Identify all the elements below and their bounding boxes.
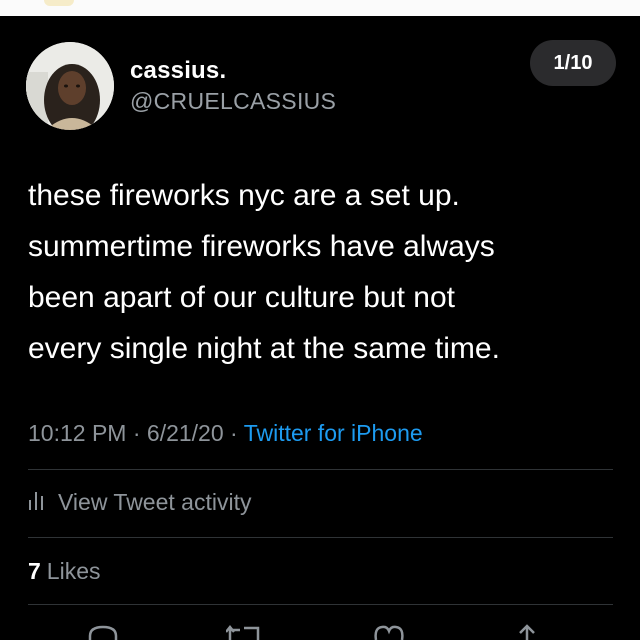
- divider: [28, 604, 613, 605]
- tweet-meta: 10:12 PM · 6/21/20 · Twitter for iPhone: [28, 420, 423, 447]
- tweet-date: 6/21/20: [146, 420, 224, 446]
- divider: [28, 469, 613, 470]
- tweet-source-link[interactable]: Twitter for iPhone: [244, 420, 423, 446]
- meta-separator: ·: [230, 420, 244, 446]
- tweet-text-line: these fireworks nyc are a set up.: [28, 179, 460, 212]
- tweet-text: these fireworks nyc are a set up. summer…: [28, 170, 618, 374]
- retweet-icon[interactable]: [225, 624, 262, 640]
- avatar-photo-icon: [26, 42, 114, 130]
- user-handle[interactable]: @CRUELCASSIUS: [130, 88, 336, 115]
- likes-label: Likes: [46, 558, 101, 584]
- tweet-text-line: summertime fireworks have always: [28, 230, 495, 263]
- top-strip: [0, 0, 640, 16]
- meta-separator: ·: [132, 420, 147, 446]
- divider: [28, 537, 613, 538]
- likes-count: 7: [28, 558, 41, 584]
- display-name[interactable]: cassius.: [130, 57, 226, 85]
- like-icon[interactable]: [372, 624, 406, 640]
- view-tweet-activity-label: View Tweet activity: [58, 488, 252, 515]
- tweet-screenshot: cassius. @CRUELCASSIUS 1/10 these firewo…: [0, 0, 640, 640]
- tweet-action-bar: [0, 618, 640, 640]
- tweet-text-line: been apart of our culture but not: [28, 281, 455, 314]
- reply-icon[interactable]: [86, 624, 120, 640]
- thread-counter-badge: 1/10: [530, 40, 616, 86]
- top-strip-highlight: [44, 0, 74, 6]
- likes-count-link[interactable]: 7 Likes: [28, 558, 101, 585]
- avatar[interactable]: [26, 42, 114, 130]
- view-tweet-activity-button[interactable]: View Tweet activity: [28, 488, 251, 516]
- share-icon[interactable]: [514, 624, 540, 640]
- bar-chart-icon: [28, 488, 44, 516]
- tweet-text-line: every single night at the same time.: [28, 332, 500, 365]
- tweet-time: 10:12 PM: [28, 420, 127, 446]
